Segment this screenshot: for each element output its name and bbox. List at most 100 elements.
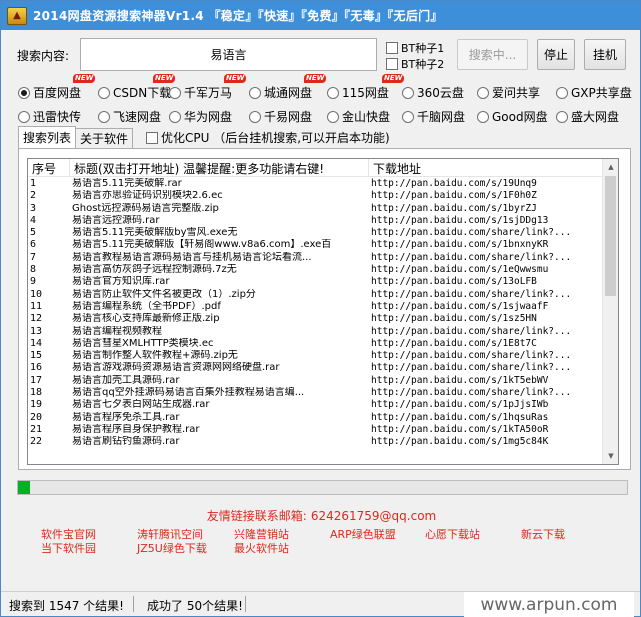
scroll-down-icon[interactable]: ▼ <box>603 448 618 464</box>
table-row[interactable]: 16 易语言游戏源码资源易语言资源网网络硬盘.rar http://pan.baid… <box>28 362 604 374</box>
checkbox-box <box>386 42 398 54</box>
sponsor-link[interactable]: 心愿下载站 <box>425 526 480 542</box>
source-radio[interactable]: 千易网盘 <box>249 108 312 125</box>
checkbox-box <box>386 58 398 70</box>
table-row[interactable]: 19 易语言七夕表白网站生成器.rar http://pan.baidu.com/s… <box>28 399 604 411</box>
status-bar: 搜索到 1547 个结果! 成功了 50个结果! www.arpun.com <box>1 591 640 617</box>
sponsor-link[interactable]: 新云下载 <box>521 526 565 542</box>
row-index: 15 <box>30 350 43 362</box>
search-button[interactable]: 搜索中... <box>457 39 528 70</box>
bt-seed-1-checkbox[interactable]: BT种子1 <box>386 40 444 56</box>
row-url: http://pan.baidu.com/s/19Unq9 <box>371 178 537 189</box>
bt-seed-2-checkbox[interactable]: BT种子2 <box>386 56 444 72</box>
source-radio[interactable]: 飞速网盘 <box>98 108 161 125</box>
table-row[interactable]: 2 易语言亦思验证码识别模块2.6.ec http://pan.baidu.com/… <box>28 190 604 202</box>
source-label: GXP共享盘 <box>571 86 632 100</box>
table-row[interactable]: 1 易语言5.11完美破解.rar http://pan.baidu.com/s/1… <box>28 178 604 190</box>
row-url: http://pan.baidu.com/share/link?... <box>371 227 572 239</box>
hangup-button[interactable]: 挂机 <box>584 39 626 70</box>
row-index: 1 <box>30 178 37 189</box>
row-title: 易语言游戏源码资源易语言资源网网络硬盘.rar <box>72 362 280 374</box>
source-radio[interactable]: 千脑网盘 <box>402 108 465 125</box>
table-row[interactable]: 5 易语言5.11完美破解版by雪风.exe无 http://pan.baidu.c… <box>28 227 604 239</box>
table-row[interactable]: 3 Ghost远控源码易语言完整版.zip http://pan.baidu.com… <box>28 203 604 215</box>
table-row[interactable]: 12 易语言核心支持库最新修正版.zip http://pan.baidu.com/… <box>28 313 604 325</box>
row-index: 14 <box>30 337 43 349</box>
source-radio[interactable]: 金山快盘 <box>327 108 390 125</box>
table-row[interactable]: 7 易语言教程易语言源码易语言与挂机易语言论坛看流... http://pan.ba… <box>28 252 604 264</box>
row-index: 18 <box>30 387 43 399</box>
row-url: http://pan.baidu.com/s/1kT5ebWV <box>371 374 549 386</box>
row-title: 易语言防止软件文件名被更改（1）.zip分 <box>72 288 256 300</box>
source-radio[interactable]: 115网盘 <box>327 84 389 101</box>
source-radio[interactable]: 360云盘 <box>402 84 464 101</box>
bt-seed-2-label: BT种子2 <box>401 58 445 71</box>
source-radio[interactable]: 百度网盘 <box>18 84 81 101</box>
row-index: 11 <box>30 300 43 312</box>
sponsor-links: 友情链接联系邮箱: 624261759@qq.com 软件宝官网 当下软件园 涛轩腾讯… <box>1 501 641 586</box>
tab-about[interactable]: 关于软件 <box>75 128 134 148</box>
source-radio[interactable]: 城通网盘 <box>249 84 312 101</box>
sponsor-email[interactable]: 624261759@qq.com <box>311 509 436 523</box>
sponsor-link[interactable]: 当下软件园 <box>41 540 96 556</box>
source-radio[interactable]: GXP共享盘 <box>556 84 632 101</box>
row-index: 5 <box>30 227 37 239</box>
results-table[interactable]: 序号 标题(双击打开地址) 温馨提醒:更多功能请右键! 下载地址 1 易语言5.1… <box>27 158 619 465</box>
scrollbar-thumb[interactable] <box>605 176 616 296</box>
row-title: 易语言核心支持库最新修正版.zip <box>72 313 220 325</box>
source-label: CSDN下载 <box>113 86 172 100</box>
row-index: 7 <box>30 251 37 263</box>
table-row[interactable]: 10 易语言防止软件文件名被更改（1）.zip分 http://pan.baidu.… <box>28 289 604 301</box>
vertical-scrollbar[interactable]: ▲ ▼ <box>602 159 618 464</box>
row-title: 易语言七夕表白网站生成器.rar <box>72 399 210 411</box>
source-radio[interactable]: 迅雷快传 <box>18 108 81 125</box>
column-header-url[interactable]: 下载地址 <box>369 159 604 177</box>
row-url: http://pan.baidu.com/s/1kTA50oR <box>371 423 549 435</box>
search-input[interactable]: 易语言 <box>80 38 377 71</box>
source-radio[interactable]: Good网盘 <box>477 108 548 125</box>
source-label: 盛大网盘 <box>571 110 620 124</box>
radio-dot-icon <box>556 86 568 99</box>
optimize-cpu-checkbox[interactable]: 优化CPU （后台挂机搜索,可以开启本功能) <box>146 129 390 146</box>
row-title: 易语言编程视频教程 <box>72 325 162 337</box>
table-row[interactable]: 20 易语言程序免杀工具.rar http://pan.baidu.com/s/1h… <box>28 412 604 424</box>
row-url: http://pan.baidu.com/s/1mg5c84K <box>371 436 549 448</box>
row-index: 12 <box>30 313 43 325</box>
source-radio[interactable]: 盛大网盘 <box>556 108 619 125</box>
row-url: http://pan.baidu.com/s/1E8t7C <box>371 337 537 349</box>
source-radio[interactable]: 华为网盘 <box>169 108 232 125</box>
search-progress-bar <box>17 480 628 495</box>
title-bar[interactable]: ▲ 2014网盘资源搜索神器Vr1.4 『稳定』『快速』『免费』『无毒』『无后门… <box>1 1 640 30</box>
row-title: Ghost远控源码易语言完整版.zip <box>72 202 219 214</box>
column-header-index[interactable]: 序号 <box>28 159 70 177</box>
sponsor-link[interactable]: 最火软件站 <box>234 540 289 556</box>
row-title: 易语言加壳工具源码.rar <box>72 374 180 386</box>
new-badge: NEW <box>382 74 405 83</box>
table-row[interactable]: 15 易语言制作整人软件教程+源码.zip无 http://pan.baidu.co… <box>28 350 604 362</box>
table-row[interactable]: 4 易语言远控源码.rar http://pan.baidu.com/s/1sjDD… <box>28 215 604 227</box>
column-header-title[interactable]: 标题(双击打开地址) 温馨提醒:更多功能请右键! <box>70 159 369 177</box>
table-row[interactable]: 17 易语言加壳工具源码.rar http://pan.baidu.com/s/1k… <box>28 375 604 387</box>
source-radio[interactable]: CSDN下载 <box>98 84 171 101</box>
row-index: 17 <box>30 374 43 386</box>
table-row[interactable]: 21 易语言程序自身保护教程.rar http://pan.baidu.com/s/… <box>28 424 604 436</box>
table-row[interactable]: 11 易语言编程系统（全书PDF）.pdf http://pan.baidu.com… <box>28 301 604 313</box>
sponsor-link[interactable]: JZ5U绿色下载 <box>137 540 207 556</box>
table-row[interactable]: 8 易语言高仿灰鸽子远程控制源码.7z无 http://pan.baidu.com/… <box>28 264 604 276</box>
tab-search-list[interactable]: 搜索列表 <box>18 126 77 148</box>
table-row[interactable]: 6 易语言5.11完美破解版【轩易阁www.v8a6.com】.exe百 http:… <box>28 239 604 251</box>
table-row[interactable]: 14 易语言彗星XMLHTTP类模块.ec http://pan.baidu.com… <box>28 338 604 350</box>
radio-dot-icon <box>18 86 30 99</box>
source-radio[interactable]: 千军万马 <box>169 84 232 101</box>
source-label: 360云盘 <box>417 86 464 100</box>
table-row[interactable]: 9 易语言官方知识库.rar http://pan.baidu.com/s/13oL… <box>28 276 604 288</box>
table-row[interactable]: 13 易语言编程视频教程 http://pan.baidu.com/share/li… <box>28 326 604 338</box>
table-row[interactable]: 18 易语言qq空外挂源码易语言百集外挂教程易语言编... http://pan.b… <box>28 387 604 399</box>
new-badge: NEW <box>224 74 247 83</box>
sponsor-link[interactable]: ARP绿色联盟 <box>330 526 396 542</box>
table-row[interactable]: 22 易语言刷钻钓鱼源码.rar http://pan.baidu.com/s/1m… <box>28 436 604 448</box>
radio-dot-icon <box>169 110 181 123</box>
source-radio[interactable]: 爱问共享 <box>477 84 540 101</box>
stop-button[interactable]: 停止 <box>537 39 575 70</box>
scroll-up-icon[interactable]: ▲ <box>603 159 618 175</box>
